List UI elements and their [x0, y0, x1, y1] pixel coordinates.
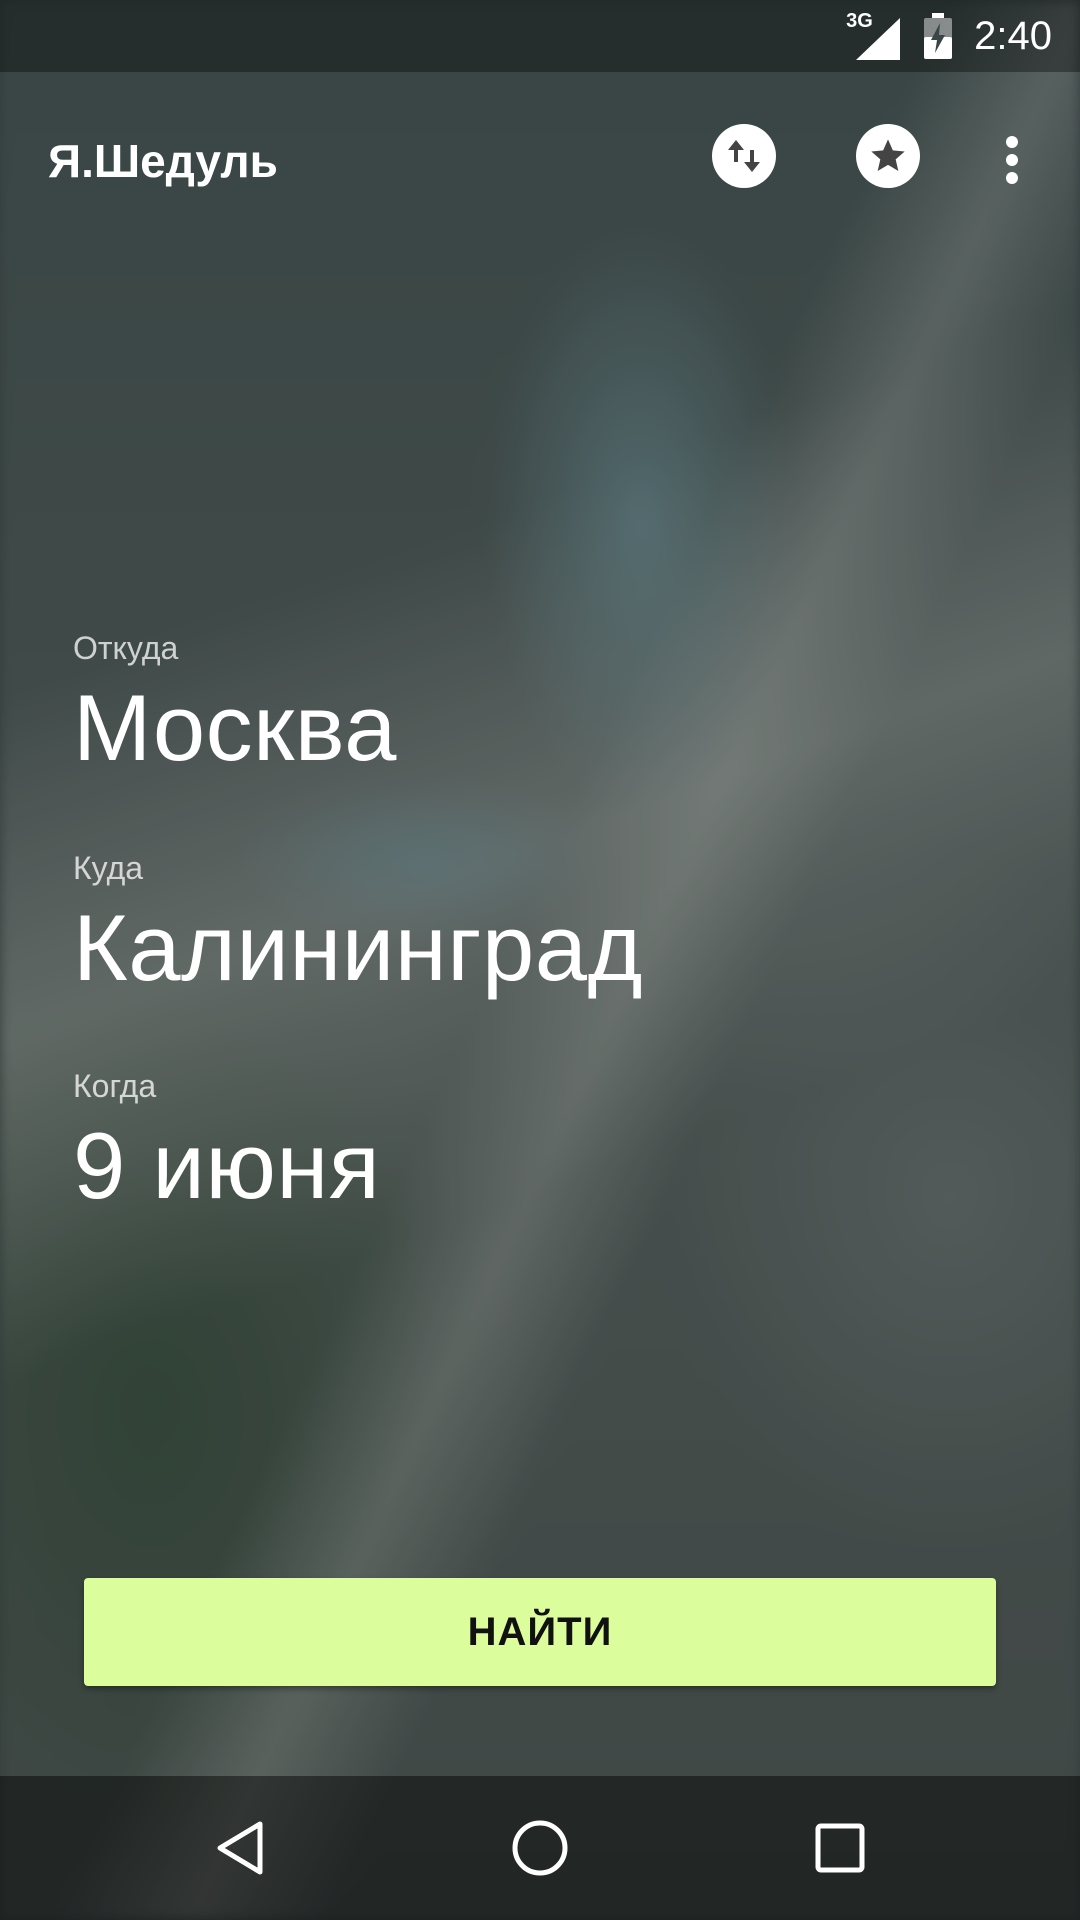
status-time: 2:40: [974, 13, 1052, 58]
search-button[interactable]: НАЙТИ: [84, 1578, 996, 1686]
home-icon[interactable]: [504, 1812, 576, 1884]
signal-icon: [856, 18, 901, 60]
swap-directions-button[interactable]: [712, 124, 776, 188]
more-vert-icon: [992, 136, 1032, 184]
to-label: Куда: [73, 850, 144, 886]
recents-icon[interactable]: [804, 1812, 876, 1884]
navigation-bar: [0, 1776, 1080, 1920]
from-value: Москва: [73, 675, 397, 780]
battery-charging-icon: [924, 13, 953, 59]
star-icon: [871, 139, 905, 171]
from-field[interactable]: Откуда Москва: [73, 630, 397, 833]
date-value: 9 июня: [73, 1113, 381, 1218]
status-bar: 3G 2:40: [0, 0, 1080, 72]
app-bar: Я.Шедуль: [0, 72, 1080, 242]
to-value: Калининград: [73, 895, 643, 1000]
to-field[interactable]: Куда Калининград: [73, 850, 643, 1053]
date-label: Когда: [73, 1068, 157, 1104]
swap-icon: [728, 140, 760, 172]
network-indicator: 3G: [846, 10, 902, 60]
back-icon[interactable]: [206, 1812, 278, 1884]
app-title: Я.Шедуль: [48, 135, 278, 187]
date-field[interactable]: Когда 9 июня: [73, 1068, 380, 1271]
more-options-button[interactable]: [992, 130, 1032, 190]
from-label: Откуда: [73, 630, 179, 666]
favorites-button[interactable]: [856, 124, 920, 188]
